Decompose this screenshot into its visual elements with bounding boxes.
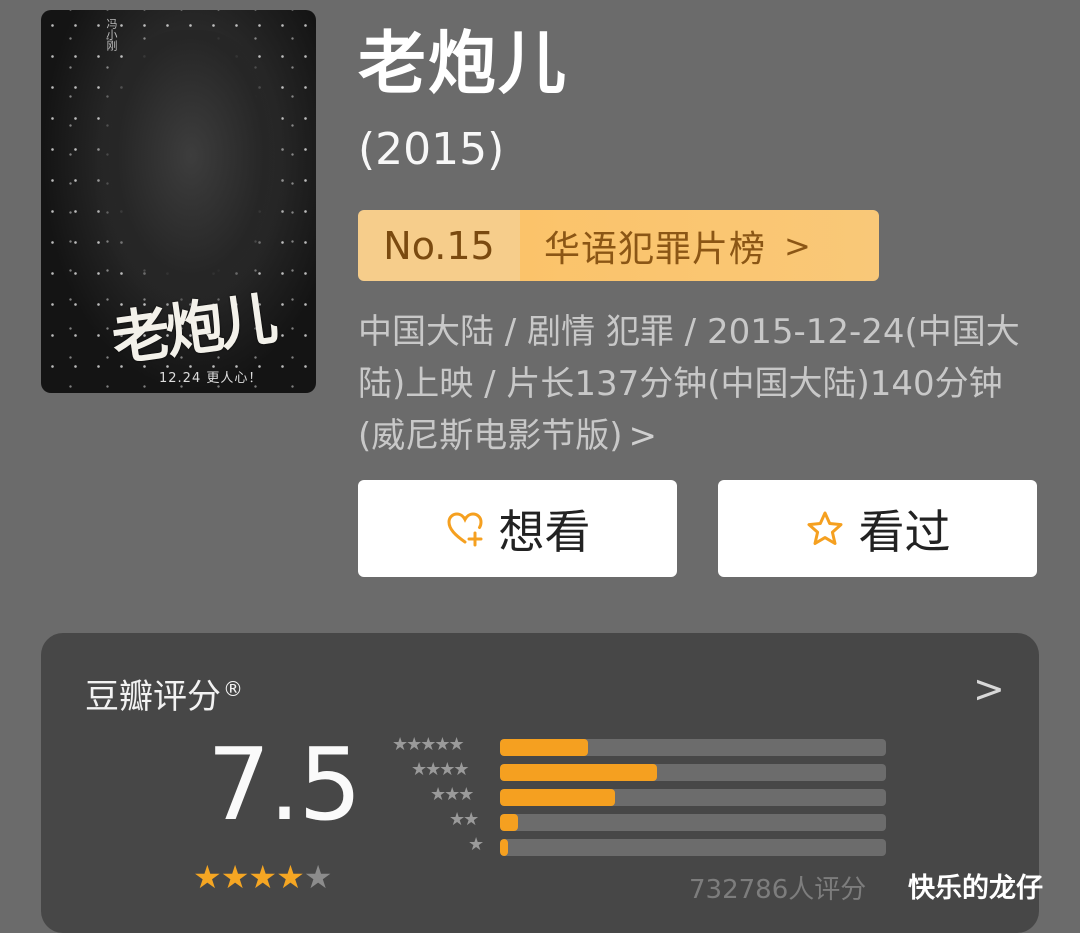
average-stars: ★ ★ ★ ★ ★	[193, 858, 333, 896]
star-filled-icon: ★	[193, 858, 222, 896]
movie-poster[interactable]: 冯小刚 老炮儿 12.24 更人心！	[41, 10, 316, 393]
distribution-fill	[500, 789, 615, 806]
want-to-watch-button[interactable]: 想看	[358, 480, 677, 577]
distribution-stars: ★★★★★	[392, 734, 465, 755]
distribution-track	[500, 764, 886, 781]
distribution-stars: ★★★	[430, 784, 474, 805]
poster-credit: 冯小刚	[105, 18, 118, 51]
meta-text: 中国大陆 / 剧情 犯罪 / 2015-12-24(中国大陆)上映 / 片长13…	[358, 312, 1020, 456]
distribution-fill	[500, 764, 658, 781]
star-filled-icon: ★	[220, 858, 250, 896]
watched-label: 看过	[858, 504, 951, 559]
registered-mark: ®	[223, 676, 243, 701]
want-to-watch-label: 想看	[498, 504, 591, 559]
distribution-fill	[500, 839, 509, 856]
heart-plus-icon	[446, 511, 483, 546]
distribution-track	[500, 739, 886, 756]
rating-count: 732786人评分	[689, 875, 867, 905]
star-filled-icon: ★	[276, 858, 305, 896]
star-outline-icon	[807, 511, 842, 545]
rank-list: 华语犯罪片榜 >	[520, 210, 879, 281]
distribution-stars: ★	[468, 834, 484, 855]
watermark: 快乐的龙仔	[908, 873, 1043, 904]
poster-figure	[96, 30, 286, 310]
movie-year: (2015)	[358, 124, 505, 175]
star-empty-icon: ★	[303, 858, 333, 896]
poster-date: 12.24 更人心！	[159, 371, 263, 386]
distribution-track	[500, 789, 886, 806]
chevron-right-icon: >	[784, 226, 812, 265]
distribution-track	[500, 839, 886, 856]
rating-card[interactable]: 豆瓣评分 ® > 7.5 ★ ★ ★ ★ ★ ★★★★★ ★★★★ ★★★ ★★ ★ 732786…	[41, 633, 1039, 933]
rating-score: 7.5	[207, 726, 362, 843]
rank-list-name: 华语犯罪片榜	[544, 228, 767, 270]
chevron-right-icon[interactable]: >	[973, 667, 1005, 711]
movie-title: 老炮儿	[358, 25, 569, 104]
watched-button[interactable]: 看过	[718, 480, 1037, 577]
star-filled-icon: ★	[248, 858, 278, 896]
chevron-right-icon: >	[628, 416, 658, 456]
distribution-stars: ★★★★	[411, 759, 470, 780]
movie-meta[interactable]: 中国大陆 / 剧情 犯罪 / 2015-12-24(中国大陆)上映 / 片长13…	[358, 306, 1028, 462]
rating-label: 豆瓣评分 ®	[85, 669, 243, 718]
rating-label-text: 豆瓣评分	[85, 677, 221, 717]
distribution-track	[500, 814, 886, 831]
rank-number: No.15	[358, 210, 520, 281]
distribution-stars: ★★	[449, 809, 479, 830]
distribution-fill	[500, 814, 519, 831]
rank-badge[interactable]: No.15 华语犯罪片榜 >	[358, 210, 879, 281]
distribution-fill	[500, 739, 588, 756]
